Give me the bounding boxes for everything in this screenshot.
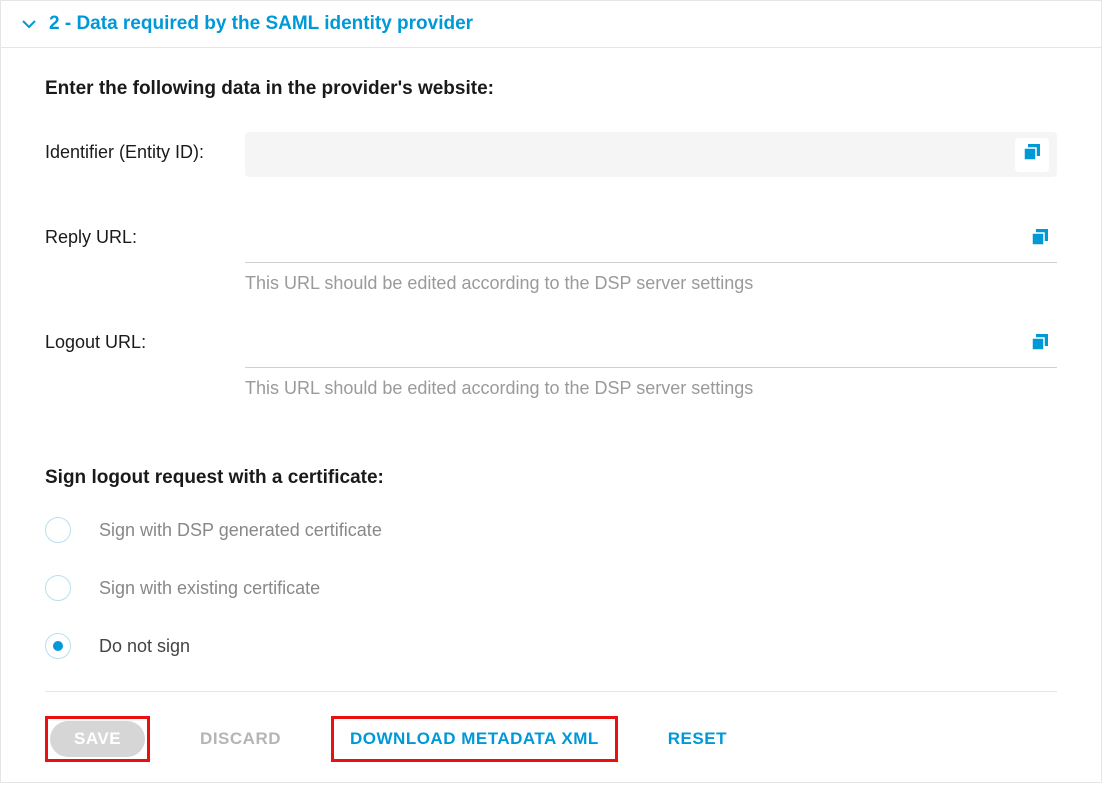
download-highlight: DOWNLOAD METADATA XML <box>331 716 618 762</box>
identifier-input-wrap <box>245 132 1057 177</box>
download-metadata-button[interactable]: DOWNLOAD METADATA XML <box>336 721 613 757</box>
copy-icon <box>1021 141 1043 168</box>
radio-sign-existing[interactable]: Sign with existing certificate <box>45 575 1057 601</box>
save-button[interactable]: SAVE <box>50 721 145 757</box>
copy-icon <box>1029 226 1051 253</box>
logout-url-input-wrap <box>245 322 1057 368</box>
reply-url-input-wrap <box>245 217 1057 263</box>
reply-url-label: Reply URL: <box>45 217 245 248</box>
copy-reply-url-button[interactable] <box>1023 223 1057 257</box>
radio-label: Sign with DSP generated certificate <box>99 520 382 541</box>
radio-do-not-sign[interactable]: Do not sign <box>45 633 1057 659</box>
discard-button[interactable]: DISCARD <box>186 721 295 757</box>
radio-label: Do not sign <box>99 636 190 657</box>
radio-icon <box>45 633 71 659</box>
copy-identifier-button[interactable] <box>1015 138 1049 172</box>
logout-url-input[interactable] <box>245 322 1015 367</box>
copy-logout-url-button[interactable] <box>1023 328 1057 362</box>
panel-title: 2 - Data required by the SAML identity p… <box>49 13 473 35</box>
intro-text: Enter the following data in the provider… <box>45 78 1057 100</box>
save-highlight: SAVE <box>45 716 150 762</box>
sign-section-title: Sign logout request with a certificate: <box>45 467 1057 489</box>
saml-data-panel: 2 - Data required by the SAML identity p… <box>0 0 1102 783</box>
reset-button[interactable]: RESET <box>654 721 741 757</box>
radio-sign-dsp-generated[interactable]: Sign with DSP generated certificate <box>45 517 1057 543</box>
radio-icon <box>45 575 71 601</box>
radio-icon <box>45 517 71 543</box>
identifier-label: Identifier (Entity ID): <box>45 132 245 163</box>
actions-row: SAVE DISCARD DOWNLOAD METADATA XML RESET <box>45 716 1057 762</box>
reply-url-row: Reply URL: This URL should be edited acc… <box>45 217 1057 322</box>
divider <box>45 691 1057 692</box>
logout-url-label: Logout URL: <box>45 322 245 353</box>
logout-url-row: Logout URL: This URL should be edited ac… <box>45 322 1057 427</box>
copy-icon <box>1029 331 1051 358</box>
chevron-down-icon <box>21 16 37 32</box>
radio-label: Sign with existing certificate <box>99 578 320 599</box>
reply-url-hint: This URL should be edited according to t… <box>245 273 1057 294</box>
panel-header[interactable]: 2 - Data required by the SAML identity p… <box>1 1 1101 48</box>
panel-body: Enter the following data in the provider… <box>1 48 1101 782</box>
reply-url-input[interactable] <box>245 217 1015 262</box>
logout-url-hint: This URL should be edited according to t… <box>245 378 1057 399</box>
identifier-input[interactable] <box>245 132 1007 177</box>
identifier-row: Identifier (Entity ID): <box>45 132 1057 177</box>
